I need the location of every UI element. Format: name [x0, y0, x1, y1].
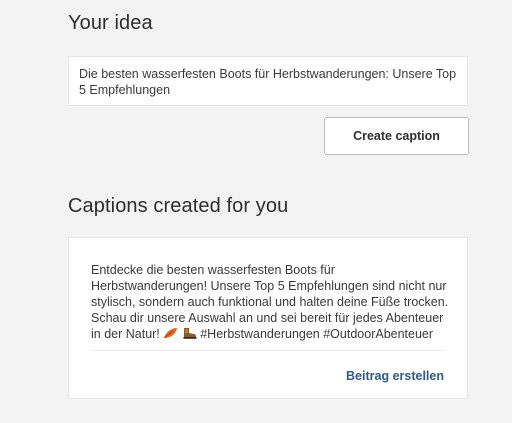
caption-generator-page: Your idea Die besten wasserfesten Boots …: [0, 0, 512, 423]
create-post-link[interactable]: Beitrag erstellen: [346, 369, 444, 383]
caption-hashtags: #Herbstwanderungen #OutdoorAbenteuer: [200, 327, 434, 341]
create-caption-button[interactable]: Create caption: [324, 117, 469, 155]
fallen-leaf-icon: [163, 328, 178, 339]
caption-card: Entdecke die besten wasserfesten Boots f…: [68, 237, 468, 399]
captions-heading: Captions created for you: [68, 195, 289, 217]
idea-text-box[interactable]: Die besten wasserfesten Boots für Herbst…: [68, 56, 468, 106]
caption-divider: [91, 350, 445, 351]
hiking-boot-icon: [183, 328, 197, 339]
caption-text: Entdecke die besten wasserfesten Boots f…: [91, 262, 451, 342]
your-idea-heading: Your idea: [68, 12, 153, 34]
